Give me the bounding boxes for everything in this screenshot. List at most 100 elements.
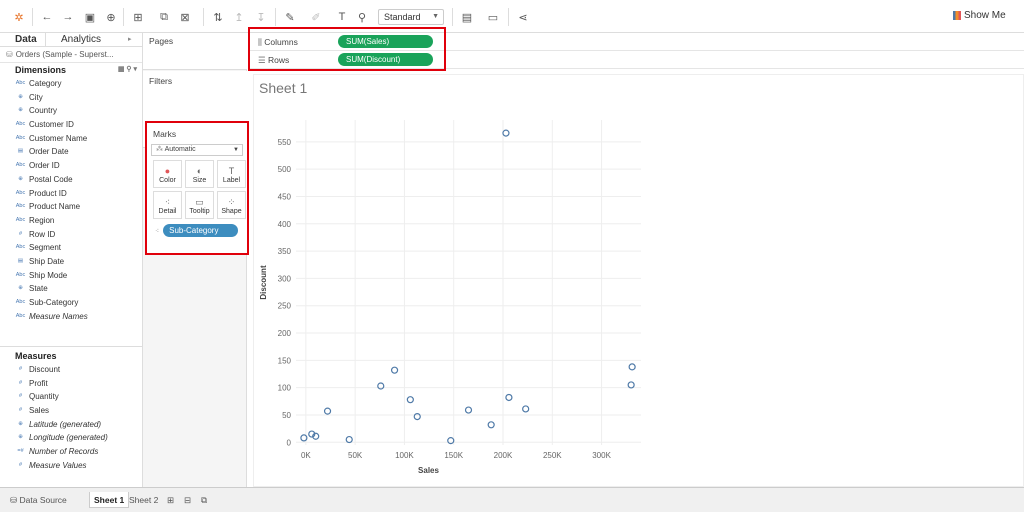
scatter-point[interactable] [345,435,353,444]
dimension-field[interactable]: ⊕ Postal Code [0,173,142,187]
dimension-field[interactable]: Abc Ship Mode [0,269,142,283]
data-pane-tabs: Data Analytics ▸ [0,33,142,47]
show-me-button[interactable]: Show Me [953,10,1006,21]
scatter-point[interactable] [487,421,495,429]
tab-analytics[interactable]: Analytics [46,33,126,46]
scatter-point[interactable] [627,381,635,389]
measure-field[interactable]: ⊕ Latitude (generated) [0,418,143,432]
dimension-field[interactable]: ▤ Ship Date [0,255,142,269]
tab-sheet-2[interactable]: Sheet 2 [125,492,162,508]
collapse-pane-icon[interactable]: ▸ [128,33,132,46]
dimension-field-label: Region [29,215,55,225]
swap-icon[interactable]: ⇅ [211,10,225,24]
size-mark-button[interactable]: ◐ Size [185,160,214,188]
x-tick-label: 200K [494,451,513,460]
tab-data[interactable]: Data [0,33,46,46]
label-icon[interactable]: T [335,10,349,24]
dimension-field[interactable]: ⊕ City [0,91,142,105]
share-icon[interactable]: ⋖ [516,10,530,24]
new-worksheet-icon[interactable]: ⊞ [131,10,145,24]
measure-field[interactable]: # Sales [0,404,143,418]
toolbar-separator [203,8,204,26]
chart-icon[interactable]: ▤ [460,10,474,24]
dimension-field[interactable]: ⊕ State [0,282,142,296]
pin-icon[interactable]: ⚲ [355,10,369,24]
color-icon: ● [164,165,171,176]
scatter-point[interactable] [323,407,332,415]
measure-field[interactable]: # Profit [0,377,143,391]
shape-mark-button[interactable]: ⁘ Shape [217,191,246,219]
measures-section: Measures # Discount # Profit # Quantity # Sales… [0,346,143,473]
dimension-field[interactable]: Abc Customer ID [0,118,142,132]
dimension-field[interactable]: Abc Measure Names [0,310,142,324]
sort-asc-icon[interactable]: ↥ [232,10,246,24]
scatter-point[interactable] [390,366,399,374]
dimension-field[interactable]: ▤ Order Date [0,145,142,159]
toolbar-separator [275,8,276,26]
tableau-logo-icon[interactable]: ✲ [12,10,26,24]
measure-field[interactable]: # Measure Values [0,459,143,473]
toolbar-separator [32,8,33,26]
dimension-field[interactable]: Abc Order ID [0,159,142,173]
detail-mark-button[interactable]: ⁖ Detail [153,191,182,219]
tooltip-mark-button[interactable]: ▭ Tooltip [185,191,214,219]
scatter-point[interactable] [628,363,636,371]
sub-category-pill[interactable]: Sub-Category [163,224,239,237]
sort-desc-icon[interactable]: ↧ [254,10,268,24]
measure-field[interactable]: # Discount [0,363,143,377]
dimension-field[interactable]: Abc Product Name [0,200,142,214]
dimension-field[interactable]: Abc Product ID [0,187,142,201]
highlight-icon[interactable]: ✎ [283,10,297,24]
dimension-field[interactable]: ⊕ Country [0,104,142,118]
scatter-point[interactable] [502,129,510,137]
clear-icon[interactable]: ⊠ [178,10,192,24]
dimension-field[interactable]: Abc Category [0,77,142,91]
label-mark-button[interactable]: T Label [217,160,246,188]
new-dashboard-icon[interactable]: ⊟ [180,492,195,508]
duplicate-icon[interactable]: ⧉ [157,10,171,24]
pages-card[interactable]: Pages [143,33,247,70]
y-tick-label: 150 [278,356,292,365]
add-datasource-icon[interactable]: ⊕ [104,10,118,24]
scatter-point[interactable] [406,396,414,404]
measure-field[interactable]: =# Number of Records [0,445,143,459]
string-type-icon: Abc [15,203,26,210]
dimension-field[interactable]: Abc Region [0,214,142,228]
y-tick-label: 400 [278,220,292,229]
string-type-icon: Abc [15,271,26,278]
dimension-field[interactable]: Abc Sub-Category [0,296,142,310]
scatter-point[interactable] [505,393,513,402]
measure-field[interactable]: ⊕ Longitude (generated) [0,431,143,445]
dimension-field[interactable]: Abc Customer Name [0,132,142,146]
datasource-label: Orders (Sample - Superst... [15,49,114,59]
view-mode-select[interactable]: Standard ▼ [378,9,444,25]
new-worksheet-icon[interactable]: ⊞ [163,492,178,508]
measure-field-label: Latitude (generated) [29,419,102,429]
globe-icon: ⊕ [18,107,23,114]
scatter-point[interactable] [464,406,473,414]
new-story-icon[interactable]: ⧉ [197,492,211,508]
redo-icon[interactable]: → [61,10,75,24]
toolbar-separator [123,8,124,26]
scatter-chart[interactable]: 0K 50K 100K 150K 200K 250K 300K 0 50 100 150 200 250… [254,75,1024,488]
scatter-point[interactable] [522,405,530,413]
group-icon[interactable]: ✐ [309,10,323,24]
presentation-icon[interactable]: ▭ [486,10,500,24]
y-tick-label: 200 [278,329,292,338]
tab-sheet-1[interactable]: Sheet 1 [89,492,130,508]
color-mark-button[interactable]: ● Color [153,160,182,188]
toolbar-separator [452,8,453,26]
string-type-icon: Abc [15,80,26,86]
number-type-icon: # [18,230,23,237]
dimension-field[interactable]: Abc Segment [0,241,142,255]
undo-icon[interactable]: ← [40,10,54,24]
datasource-item[interactable]: ⛁ Orders (Sample - Superst... [0,47,142,63]
section-tools-icon[interactable]: ▦ ⚲ ▾ [118,63,137,77]
dimension-field[interactable]: # Row ID [0,228,142,242]
save-icon[interactable]: ▣ [83,10,97,24]
tab-data-source[interactable]: ⛁ Data Source [6,492,71,508]
database-icon: ⛁ [6,49,13,59]
measure-field[interactable]: # Quantity [0,390,143,404]
mark-type-select[interactable]: ⁂ Automatic ▼ [151,144,243,156]
x-tick-label: 150K [444,451,463,460]
